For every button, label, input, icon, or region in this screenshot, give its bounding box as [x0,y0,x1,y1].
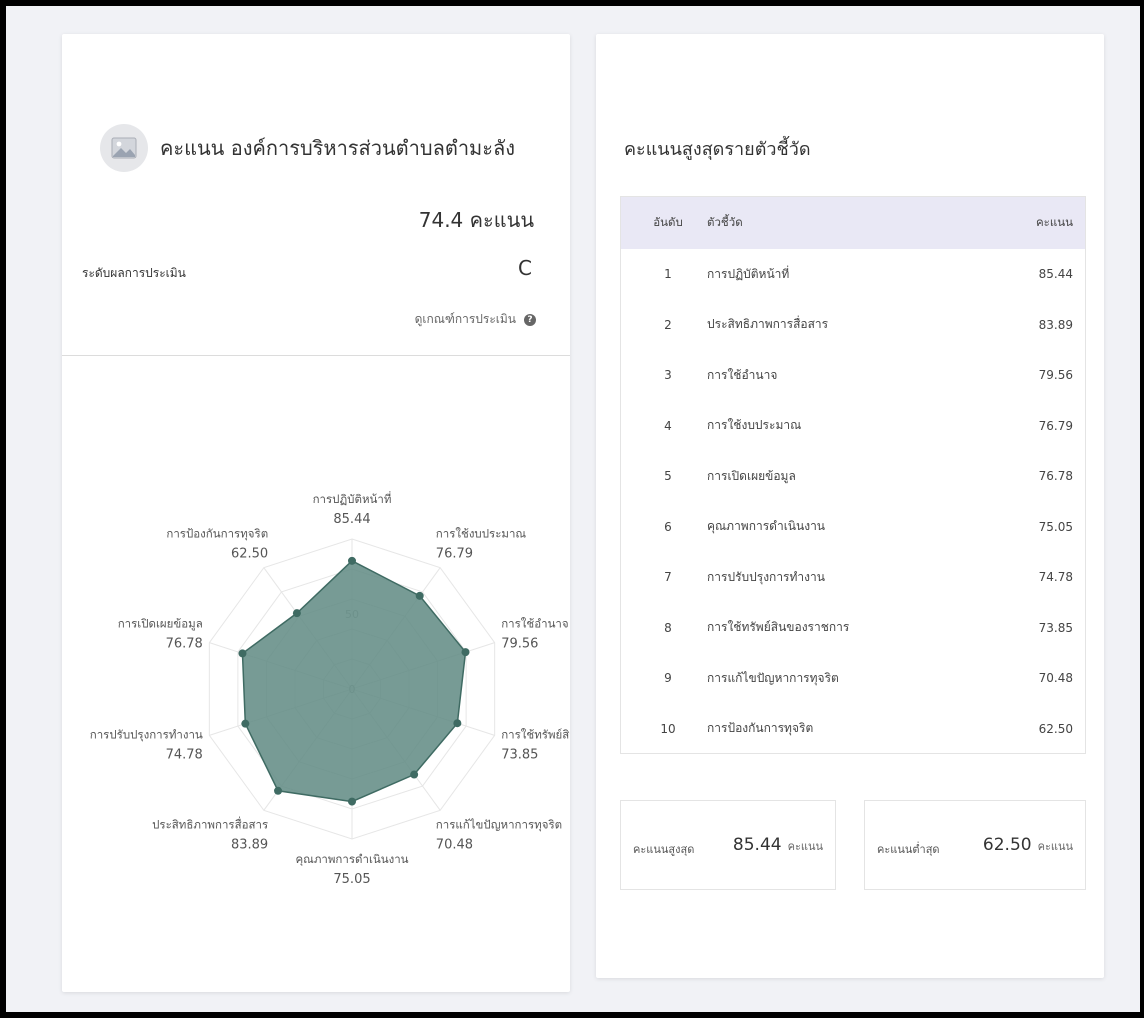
table-body: 1 การปฏิบัติหน้าที่ 85.44 2 ประสิทธิภาพการสื… [621,249,1085,754]
table-row: 10 การป้องกันการทุจริต 62.50 [621,704,1085,755]
score-cell: 70.48 [1038,671,1073,686]
score-cell: 62.50 [1038,721,1073,736]
radar-chart: 050การปฏิบัติหน้าที่85.44การใช้งบประมาณ7… [90,491,570,887]
criteria-link-label: ดูเกณฑ์การประเมิน [414,312,516,326]
radar-value-label: 79.56 [501,636,538,651]
score-cell: 85.44 [1038,267,1073,282]
radar-data-point [238,649,247,658]
min-score-box: คะแนนต่ำสุด 62.50 คะแนน [864,800,1086,890]
level-label: ระดับผลการประเมิน [82,266,186,280]
score-card: คะแนน องค์การบริหารส่วนตำบลตำมะลัง 74.4 … [62,34,570,992]
radar-value-label: 75.05 [333,872,370,887]
min-score-value: 62.50 [982,835,1032,855]
radar-value-label: 85.44 [333,512,370,527]
radar-axis-label: การใช้งบประมาณ [436,526,527,540]
radar-axis-label: การปฏิบัติหน้าที่ [313,491,392,506]
radar-axis-label: ประสิทธิภาพการสื่อสาร [152,817,268,832]
indicator-cell: การใช้อำนาจ [707,367,778,382]
max-score-value: 85.44 [732,835,782,855]
score-cell: 79.56 [1038,368,1073,383]
max-score-unit: คะแนน [787,840,823,853]
rank-cell: 1 [664,267,672,282]
ranking-title: คะแนนสูงสุดรายตัวชี้วัด [624,139,811,160]
score-cell: 76.79 [1038,418,1073,433]
divider [62,355,570,356]
table-row: 8 การใช้ทรัพย์สินของราชการ 73.85 [621,603,1085,654]
rank-cell: 9 [664,671,672,686]
header-score: คะแนน [1035,215,1073,229]
radar-data-point [274,786,283,795]
radar-value-label: 70.48 [436,838,473,853]
radar-data-point [241,719,250,728]
rank-cell: 8 [664,620,672,635]
table-row: 9 การแก้ไขปัญหาการทุจริต 70.48 [621,653,1085,704]
radar-axis-label: การเปิดเผยข้อมูล [118,616,203,630]
indicator-cell: การใช้งบประมาณ [707,418,802,433]
indicator-cell: การปรับปรุงการทำงาน [707,569,825,584]
indicator-cell: การแก้ไขปัญหาการทุจริต [707,670,839,685]
table-row: 1 การปฏิบัติหน้าที่ 85.44 [621,249,1085,300]
radar-value-label: 76.79 [436,546,473,561]
criteria-link[interactable]: ดูเกณฑ์การประเมิน ? [415,310,536,329]
min-score-label: คะแนนต่ำสุด [877,843,940,856]
radar-data-point [453,719,462,728]
rank-cell: 5 [664,469,672,484]
score-cell: 76.78 [1038,469,1073,484]
radar-axis-label: คุณภาพการดำเนินงาน [295,852,408,866]
radar-value-label: 62.50 [231,546,268,561]
radar-value-label: 74.78 [166,748,203,763]
rank-cell: 2 [664,317,672,332]
radar-axis-label: การปรับปรุงการทำงาน [90,728,203,742]
radar-data-point [348,556,356,565]
score-cell: 75.05 [1038,519,1073,534]
table-header: อันดับ ตัวชี้วัด คะแนน [621,197,1085,249]
radar-value-label: 83.89 [231,838,268,853]
indicator-cell: การเปิดเผยข้อมูล [707,468,796,483]
total-score: 74.4 คะแนน [418,208,534,232]
level-value: C [518,256,532,280]
radar-series-area [241,559,467,803]
score-cell: 74.78 [1038,570,1073,585]
rank-cell: 7 [664,570,672,585]
header-indicator: ตัวชี้วัด [707,215,743,229]
table-row: 3 การใช้อำนาจ 79.56 [621,350,1085,401]
radar-data-point [410,770,419,779]
table-row: 5 การเปิดเผยข้อมูล 76.78 [621,451,1085,502]
indicator-cell: ประสิทธิภาพการสื่อสาร [707,317,829,332]
indicator-cell: การป้องกันการทุจริต [707,721,814,736]
max-score-label: คะแนนสูงสุด [633,843,695,856]
screen-frame: คะแนน องค์การบริหารส่วนตำบลตำมะลัง 74.4 … [0,0,1144,1018]
score-cell: 73.85 [1038,620,1073,635]
image-placeholder-icon [100,124,148,172]
help-icon: ? [524,313,536,326]
table-row: 4 การใช้งบประมาณ 76.79 [621,401,1085,452]
ranking-table: อันดับ ตัวชี้วัด คะแนน 1 การปฏิบัติหน้าที… [620,196,1086,754]
radar-data-point [348,797,356,806]
max-score-box: คะแนนสูงสุด 85.44 คะแนน [620,800,836,890]
radar-data-point [415,591,424,600]
header-rank: อันดับ [653,215,683,229]
rank-cell: 3 [664,368,672,383]
indicator-cell: การปฏิบัติหน้าที่ [707,266,790,281]
radar-axis-label: การแก้ไขปัญหาการทุจริต [436,818,562,832]
rank-cell: 10 [660,721,676,736]
radar-axis-label: การใช้ทรัพย์สิน [501,728,570,742]
min-score-unit: คะแนน [1037,840,1073,853]
rank-cell: 4 [664,418,672,433]
indicator-cell: การใช้ทรัพย์สินของราชการ [707,620,850,635]
rank-cell: 6 [664,519,672,534]
radar-value-label: 73.85 [501,748,538,763]
table-row: 6 คุณภาพการดำเนินงาน 75.05 [621,502,1085,553]
radar-data-point [461,648,470,657]
table-row: 7 การปรับปรุงการทำงาน 74.78 [621,552,1085,603]
radar-data-point [292,609,301,618]
radar-axis-label: การป้องกันการทุจริต [166,526,268,540]
score-cell: 83.89 [1038,317,1073,332]
table-row: 2 ประสิทธิภาพการสื่อสาร 83.89 [621,300,1085,351]
radar-axis-label: การใช้อำนาจ [501,616,568,630]
org-title: คะแนน องค์การบริหารส่วนตำบลตำมะลัง [160,136,515,160]
indicator-cell: คุณภาพการดำเนินงาน [707,519,826,534]
radar-value-label: 76.78 [166,636,203,651]
ranking-card: คะแนนสูงสุดรายตัวชี้วัด อันดับ ตัวชี้วัด… [596,34,1104,978]
